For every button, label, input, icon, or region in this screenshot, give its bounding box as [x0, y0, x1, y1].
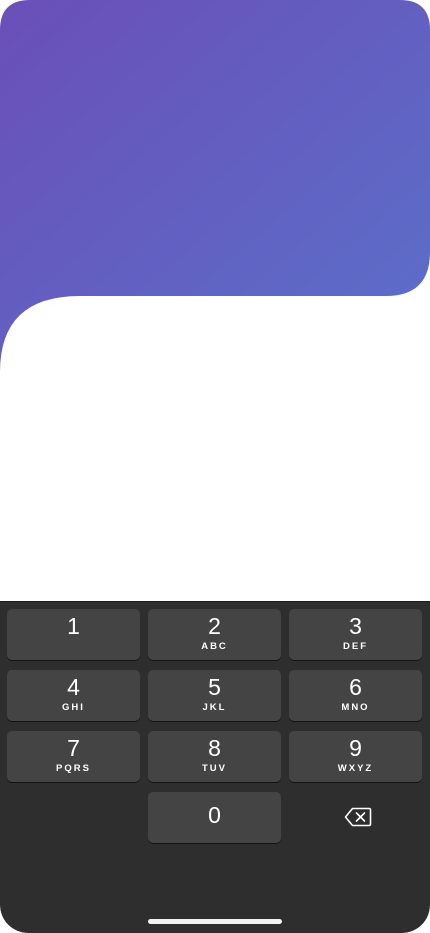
- key-digit: 9: [349, 735, 362, 761]
- key-3[interactable]: 3 DEF: [289, 609, 422, 660]
- key-digit: 8: [208, 735, 221, 761]
- key-digit: 4: [67, 674, 80, 700]
- key-letters: WXYZ: [337, 763, 374, 774]
- screen: 1 2 ABC 3 DEF 4 GHI 5 JKL 6 MNO 7 PQRS 8: [0, 0, 430, 933]
- key-digit: 7: [67, 735, 80, 761]
- key-7[interactable]: 7 PQRS: [7, 731, 140, 782]
- numeric-keypad: 1 2 ABC 3 DEF 4 GHI 5 JKL 6 MNO 7 PQRS 8: [0, 601, 430, 933]
- backspace-button[interactable]: [289, 792, 422, 843]
- key-8[interactable]: 8 TUV: [148, 731, 281, 782]
- key-6[interactable]: 6 MNO: [289, 670, 422, 721]
- key-5[interactable]: 5 JKL: [148, 670, 281, 721]
- key-0[interactable]: 0: [148, 792, 281, 843]
- key-digit: 6: [349, 674, 362, 700]
- key-letters: GHI: [62, 702, 85, 713]
- key-letters: TUV: [202, 763, 227, 774]
- gradient-header: [0, 0, 430, 380]
- key-4[interactable]: 4 GHI: [7, 670, 140, 721]
- key-digit: 3: [349, 613, 362, 639]
- key-1[interactable]: 1: [7, 609, 140, 660]
- key-digit: 5: [208, 674, 221, 700]
- key-letters: ABC: [201, 641, 228, 652]
- home-indicator: [148, 919, 282, 924]
- key-letters: DEF: [343, 641, 368, 652]
- key-letters: MNO: [341, 702, 370, 713]
- backspace-icon: [344, 807, 372, 827]
- key-digit: 2: [208, 613, 221, 639]
- key-9[interactable]: 9 WXYZ: [289, 731, 422, 782]
- key-letters: PQRS: [56, 763, 91, 774]
- key-2[interactable]: 2 ABC: [148, 609, 281, 660]
- key-digit: 0: [208, 802, 221, 828]
- key-digit: 1: [67, 613, 80, 639]
- key-letters: JKL: [202, 702, 227, 713]
